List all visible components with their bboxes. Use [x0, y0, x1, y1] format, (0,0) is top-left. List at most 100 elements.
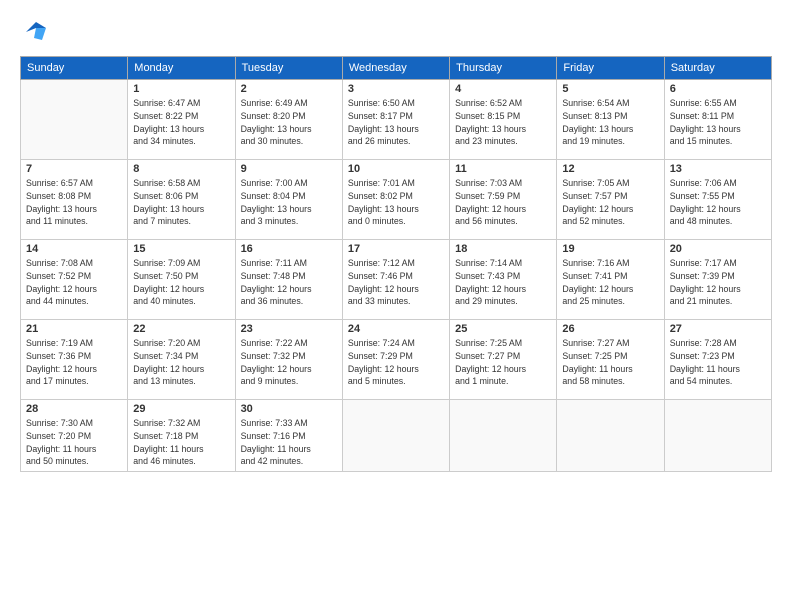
table-row: 5 Sunrise: 6:54 AMSunset: 8:13 PMDaylight… [557, 80, 664, 160]
day-number: 27 [670, 323, 766, 335]
table-row: 27 Sunrise: 7:28 AMSunset: 7:23 PMDayligh… [664, 320, 771, 400]
day-info: Sunrise: 7:20 AMSunset: 7:34 PMDaylight:… [133, 337, 229, 388]
day-info: Sunrise: 7:22 AMSunset: 7:32 PMDaylight:… [241, 337, 337, 388]
col-friday: Friday [557, 57, 664, 80]
table-row [342, 400, 449, 472]
day-info: Sunrise: 6:58 AMSunset: 8:06 PMDaylight:… [133, 177, 229, 228]
day-info: Sunrise: 7:17 AMSunset: 7:39 PMDaylight:… [670, 257, 766, 308]
col-thursday: Thursday [450, 57, 557, 80]
day-info: Sunrise: 7:06 AMSunset: 7:55 PMDaylight:… [670, 177, 766, 228]
day-number: 30 [241, 403, 337, 415]
day-info: Sunrise: 6:50 AMSunset: 8:17 PMDaylight:… [348, 97, 444, 148]
day-number: 4 [455, 83, 551, 95]
day-number: 20 [670, 243, 766, 255]
day-number: 1 [133, 83, 229, 95]
table-row: 10Sunrise: 7:01 AMSunset: 8:02 PMDayligh… [342, 160, 449, 240]
day-number: 11 [455, 163, 551, 175]
table-row: 13 Sunrise: 7:06 AMSunset: 7:55 PMDayligh… [664, 160, 771, 240]
table-row: 16 Sunrise: 7:11 AMSunset: 7:48 PMDayligh… [235, 240, 342, 320]
day-info: Sunrise: 7:32 AMSunset: 7:18 PMDaylight:… [133, 417, 229, 468]
calendar-table: Sunday Monday Tuesday Wednesday Thursday… [20, 56, 772, 472]
day-info: Sunrise: 7:24 AMSunset: 7:29 PMDaylight:… [348, 337, 444, 388]
day-info: Sunrise: 7:00 AMSunset: 8:04 PMDaylight:… [241, 177, 337, 228]
table-row: 2 Sunrise: 6:49 AMSunset: 8:20 PMDaylight… [235, 80, 342, 160]
day-info: Sunrise: 7:11 AMSunset: 7:48 PMDaylight:… [241, 257, 337, 308]
day-number: 21 [26, 323, 122, 335]
day-info: Sunrise: 6:52 AMSunset: 8:15 PMDaylight:… [455, 97, 551, 148]
table-row [557, 400, 664, 472]
table-row: 15 Sunrise: 7:09 AMSunset: 7:50 PMDayligh… [128, 240, 235, 320]
day-number: 3 [348, 83, 444, 95]
table-row: 24 Sunrise: 7:24 AMSunset: 7:29 PMDayligh… [342, 320, 449, 400]
day-info: Sunrise: 6:49 AMSunset: 8:20 PMDaylight:… [241, 97, 337, 148]
day-number: 8 [133, 163, 229, 175]
table-row: 29 Sunrise: 7:32 AMSunset: 7:18 PMDayligh… [128, 400, 235, 472]
day-number: 29 [133, 403, 229, 415]
day-number: 12 [562, 163, 658, 175]
day-number: 13 [670, 163, 766, 175]
day-info: Sunrise: 7:03 AMSunset: 7:59 PMDaylight:… [455, 177, 551, 228]
day-number: 23 [241, 323, 337, 335]
table-row [450, 400, 557, 472]
day-number: 6 [670, 83, 766, 95]
day-number: 5 [562, 83, 658, 95]
day-number: 2 [241, 83, 337, 95]
day-number: 22 [133, 323, 229, 335]
calendar-header-row: Sunday Monday Tuesday Wednesday Thursday… [21, 57, 772, 80]
day-number: 26 [562, 323, 658, 335]
table-row: 23 Sunrise: 7:22 AMSunset: 7:32 PMDayligh… [235, 320, 342, 400]
day-number: 18 [455, 243, 551, 255]
day-number: 14 [26, 243, 122, 255]
header [20, 18, 772, 46]
page: Sunday Monday Tuesday Wednesday Thursday… [0, 0, 792, 612]
table-row: 25Sunrise: 7:25 AMSunset: 7:27 PMDayligh… [450, 320, 557, 400]
col-saturday: Saturday [664, 57, 771, 80]
col-sunday: Sunday [21, 57, 128, 80]
table-row [21, 80, 128, 160]
table-row: 12 Sunrise: 7:05 AMSunset: 7:57 PMDayligh… [557, 160, 664, 240]
col-monday: Monday [128, 57, 235, 80]
day-info: Sunrise: 7:01 AMSunset: 8:02 PMDaylight:… [348, 177, 444, 228]
day-info: Sunrise: 6:47 AMSunset: 8:22 PMDaylight:… [133, 97, 229, 148]
day-number: 16 [241, 243, 337, 255]
table-row: 22 Sunrise: 7:20 AMSunset: 7:34 PMDayligh… [128, 320, 235, 400]
day-info: Sunrise: 6:55 AMSunset: 8:11 PMDaylight:… [670, 97, 766, 148]
table-row: 9 Sunrise: 7:00 AMSunset: 8:04 PMDaylight… [235, 160, 342, 240]
table-row: 19Sunrise: 7:16 AMSunset: 7:41 PMDayligh… [557, 240, 664, 320]
table-row: 21 Sunrise: 7:19 AMSunset: 7:36 PMDayligh… [21, 320, 128, 400]
day-info: Sunrise: 7:05 AMSunset: 7:57 PMDaylight:… [562, 177, 658, 228]
day-info: Sunrise: 7:14 AMSunset: 7:43 PMDaylight:… [455, 257, 551, 308]
day-info: Sunrise: 7:27 AMSunset: 7:25 PMDaylight:… [562, 337, 658, 388]
day-info: Sunrise: 7:33 AMSunset: 7:16 PMDaylight:… [241, 417, 337, 468]
table-row: 18 Sunrise: 7:14 AMSunset: 7:43 PMDayligh… [450, 240, 557, 320]
table-row: 28 Sunrise: 7:30 AMSunset: 7:20 PMDayligh… [21, 400, 128, 472]
table-row: 6 Sunrise: 6:55 AMSunset: 8:11 PMDaylight… [664, 80, 771, 160]
table-row: 4 Sunrise: 6:52 AMSunset: 8:15 PMDaylight… [450, 80, 557, 160]
table-row: 11 Sunrise: 7:03 AMSunset: 7:59 PMDayligh… [450, 160, 557, 240]
table-row: 1 Sunrise: 6:47 AMSunset: 8:22 PMDaylight… [128, 80, 235, 160]
day-number: 15 [133, 243, 229, 255]
day-number: 17 [348, 243, 444, 255]
col-tuesday: Tuesday [235, 57, 342, 80]
table-row: 8 Sunrise: 6:58 AMSunset: 8:06 PMDaylight… [128, 160, 235, 240]
day-info: Sunrise: 7:30 AMSunset: 7:20 PMDaylight:… [26, 417, 122, 468]
day-info: Sunrise: 7:08 AMSunset: 7:52 PMDaylight:… [26, 257, 122, 308]
day-info: Sunrise: 7:28 AMSunset: 7:23 PMDaylight:… [670, 337, 766, 388]
day-info: Sunrise: 7:12 AMSunset: 7:46 PMDaylight:… [348, 257, 444, 308]
logo [20, 18, 46, 46]
table-row: 14 Sunrise: 7:08 AMSunset: 7:52 PMDayligh… [21, 240, 128, 320]
day-number: 19 [562, 243, 658, 255]
table-row [664, 400, 771, 472]
logo-bird-icon [24, 18, 46, 46]
day-info: Sunrise: 7:19 AMSunset: 7:36 PMDaylight:… [26, 337, 122, 388]
table-row: 7Sunrise: 6:57 AMSunset: 8:08 PMDaylight… [21, 160, 128, 240]
day-info: Sunrise: 7:09 AMSunset: 7:50 PMDaylight:… [133, 257, 229, 308]
day-info: Sunrise: 6:54 AMSunset: 8:13 PMDaylight:… [562, 97, 658, 148]
day-number: 9 [241, 163, 337, 175]
table-row: 17 Sunrise: 7:12 AMSunset: 7:46 PMDayligh… [342, 240, 449, 320]
day-number: 28 [26, 403, 122, 415]
table-row: 20 Sunrise: 7:17 AMSunset: 7:39 PMDayligh… [664, 240, 771, 320]
day-number: 25 [455, 323, 551, 335]
table-row: 30 Sunrise: 7:33 AMSunset: 7:16 PMDayligh… [235, 400, 342, 472]
day-number: 24 [348, 323, 444, 335]
